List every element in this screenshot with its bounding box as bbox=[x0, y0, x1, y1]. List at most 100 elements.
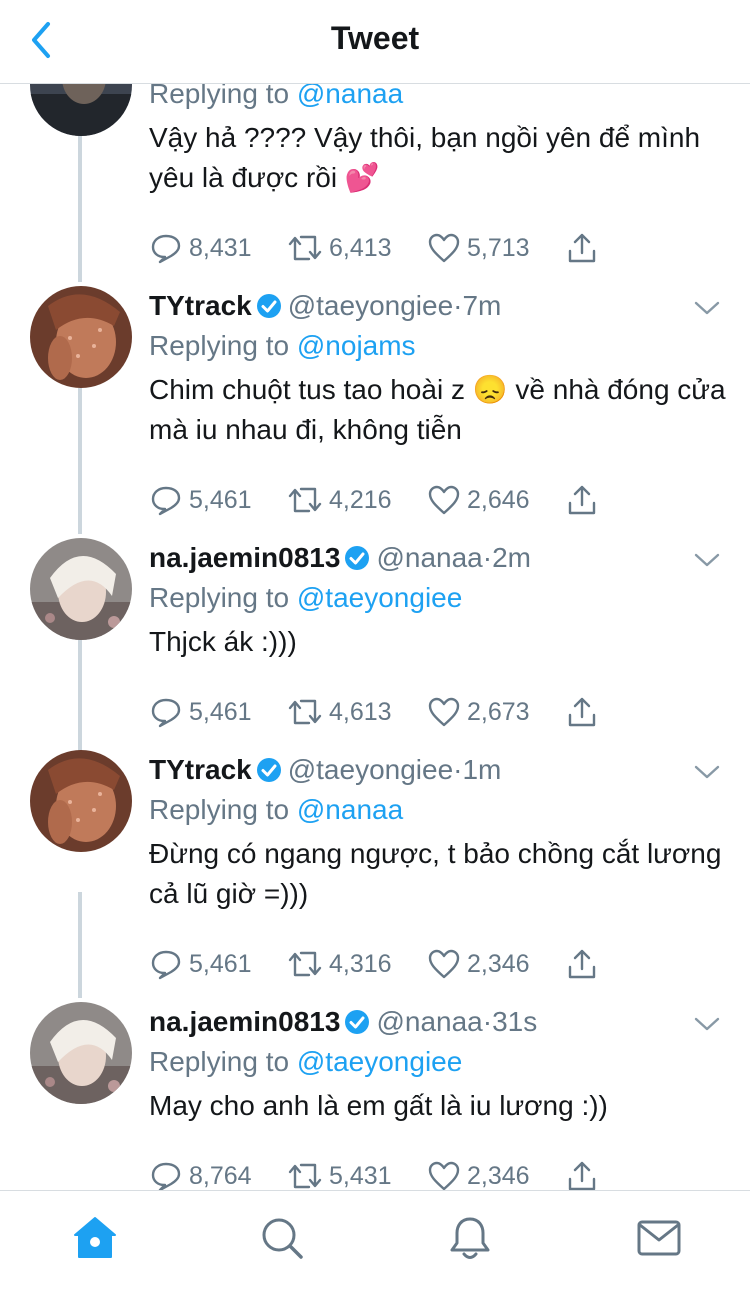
like-count: 5,713 bbox=[467, 233, 530, 262]
tab-search[interactable] bbox=[257, 1213, 307, 1263]
separator-dot: · bbox=[482, 1006, 493, 1037]
verified-badge-icon bbox=[256, 294, 281, 318]
tweet-actions: 8,764 5,431 2,346 bbox=[149, 1156, 609, 1190]
like-count: 2,673 bbox=[467, 697, 530, 726]
like-button[interactable]: 2,346 bbox=[427, 944, 530, 984]
avatar[interactable] bbox=[30, 286, 132, 388]
display-name[interactable]: na.jaemin0813 bbox=[149, 1006, 340, 1037]
chevron-down-icon[interactable] bbox=[692, 1014, 722, 1034]
tweet-text: Đừng có ngang ngược, t bảo chồng cắt lươ… bbox=[149, 838, 722, 909]
retweet-button[interactable]: 4,613 bbox=[287, 692, 392, 732]
share-button[interactable] bbox=[565, 228, 605, 268]
like-button[interactable]: 2,346 bbox=[427, 1156, 530, 1190]
tweet[interactable]: TYtrack @taeyongiee·7m Replying to @nojam… bbox=[0, 286, 750, 526]
tab-notifications[interactable] bbox=[445, 1213, 495, 1263]
tab-home[interactable] bbox=[70, 1213, 120, 1263]
replying-to-label: Replying to bbox=[149, 794, 290, 825]
reply-icon bbox=[151, 698, 181, 728]
reply-button[interactable]: 5,461 bbox=[149, 480, 252, 520]
display-name[interactable]: na.jaemin0813 bbox=[149, 542, 340, 573]
reply-icon bbox=[151, 234, 181, 264]
retweet-button[interactable]: 4,216 bbox=[287, 480, 392, 520]
two-hearts-emoji: 💕 bbox=[344, 162, 380, 193]
reply-button[interactable]: 5,461 bbox=[149, 944, 252, 984]
retweet-icon bbox=[288, 235, 322, 261]
reply-context: Replying to @nanaa bbox=[149, 84, 730, 114]
verified-badge-icon bbox=[256, 758, 281, 782]
retweet-icon bbox=[288, 1163, 322, 1189]
handle[interactable]: @taeyongiee bbox=[288, 290, 453, 321]
reply-button[interactable]: 8,431 bbox=[149, 228, 252, 268]
retweet-count: 5,431 bbox=[329, 1161, 392, 1190]
tweet-text: Vậy hả ???? Vậy thôi, bạn ngồi yên để mì… bbox=[149, 122, 701, 193]
reply-context: Replying to @nanaa bbox=[149, 790, 730, 830]
heart-icon bbox=[428, 949, 460, 979]
timestamp: 31s bbox=[492, 1006, 538, 1037]
replying-to-label: Replying to bbox=[149, 1046, 290, 1077]
reply-mention-link[interactable]: @taeyongiee bbox=[297, 1046, 462, 1077]
reply-mention-link[interactable]: @taeyongiee bbox=[297, 582, 462, 613]
share-icon bbox=[568, 233, 596, 263]
tweet[interactable]: TYtrack @taeyongiee·1m Replying to @nanaa… bbox=[0, 750, 750, 990]
reply-icon bbox=[151, 486, 181, 516]
reply-count: 5,461 bbox=[189, 697, 252, 726]
tweet-text: May cho anh là em gất là iu lương :)) bbox=[149, 1090, 608, 1121]
retweet-button[interactable]: 4,316 bbox=[287, 944, 392, 984]
reply-context: Replying to @taeyongiee bbox=[149, 578, 730, 618]
search-icon bbox=[262, 1218, 303, 1259]
chevron-down-icon[interactable] bbox=[692, 550, 722, 570]
retweet-count: 4,216 bbox=[329, 485, 392, 514]
avatar[interactable] bbox=[30, 1002, 132, 1104]
handle[interactable]: @nanaa bbox=[376, 542, 482, 573]
reply-button[interactable]: 8,764 bbox=[149, 1156, 252, 1190]
like-button[interactable]: 2,673 bbox=[427, 692, 530, 732]
timestamp: 7m bbox=[462, 290, 502, 321]
tweet[interactable]: na.jaemin0813 @nanaa·31s Replying to @tae… bbox=[0, 1002, 750, 1190]
disappointed-face-emoji: 😞 bbox=[472, 374, 508, 405]
display-name[interactable]: TYtrack bbox=[149, 290, 252, 321]
like-count: 2,646 bbox=[467, 485, 530, 514]
share-button[interactable] bbox=[565, 944, 605, 984]
chevron-down-icon[interactable] bbox=[692, 762, 722, 782]
chevron-down-icon[interactable] bbox=[692, 298, 722, 318]
reply-mention-link[interactable]: @nanaa bbox=[297, 794, 403, 825]
separator-dot: · bbox=[482, 542, 493, 573]
tab-messages[interactable] bbox=[634, 1213, 684, 1263]
reply-context: Replying to @taeyongiee bbox=[149, 1042, 730, 1082]
tweet-actions: 8,431 6,413 5,713 bbox=[149, 228, 609, 268]
conversation-thread[interactable]: Replying to @nanaa Vậy hả ???? Vậy thôi,… bbox=[0, 84, 750, 1190]
top-bar: Tweet bbox=[0, 0, 750, 84]
retweet-icon bbox=[288, 487, 322, 513]
share-icon bbox=[568, 1161, 596, 1190]
verified-badge-icon bbox=[345, 1010, 370, 1034]
display-name[interactable]: TYtrack bbox=[149, 754, 252, 785]
avatar[interactable] bbox=[30, 750, 132, 852]
reply-button[interactable]: 5,461 bbox=[149, 692, 252, 732]
tweet-text: Chim chuột tus tao hoài z 😞 về nhà đóng … bbox=[149, 374, 726, 445]
reply-count: 8,431 bbox=[189, 233, 252, 262]
reply-mention-link[interactable]: @nojams bbox=[297, 330, 416, 361]
tweet-actions: 5,461 4,613 2,673 bbox=[149, 692, 609, 732]
avatar[interactable] bbox=[30, 538, 132, 640]
tweet[interactable]: Replying to @nanaa Vậy hả ???? Vậy thôi,… bbox=[0, 84, 750, 274]
tweet-actions: 5,461 4,316 2,346 bbox=[149, 944, 609, 984]
retweet-button[interactable]: 6,413 bbox=[287, 228, 392, 268]
like-button[interactable]: 2,646 bbox=[427, 480, 530, 520]
retweet-button[interactable]: 5,431 bbox=[287, 1156, 392, 1190]
handle[interactable]: @nanaa bbox=[376, 1006, 482, 1037]
tweet-actions: 5,461 4,216 2,646 bbox=[149, 480, 609, 520]
reply-mention-link[interactable]: @nanaa bbox=[297, 84, 403, 109]
handle[interactable]: @taeyongiee bbox=[288, 754, 453, 785]
share-button[interactable] bbox=[565, 1156, 605, 1190]
retweet-icon bbox=[288, 699, 322, 725]
heart-icon bbox=[428, 233, 460, 263]
replying-to-label: Replying to bbox=[149, 84, 290, 109]
share-button[interactable] bbox=[565, 692, 605, 732]
tweet[interactable]: na.jaemin0813 @nanaa·2m Replying to @taey… bbox=[0, 538, 750, 778]
like-button[interactable]: 5,713 bbox=[427, 228, 530, 268]
like-count: 2,346 bbox=[467, 949, 530, 978]
share-button[interactable] bbox=[565, 480, 605, 520]
heart-icon bbox=[428, 1161, 460, 1190]
like-count: 2,346 bbox=[467, 1161, 530, 1190]
avatar[interactable] bbox=[30, 84, 132, 136]
